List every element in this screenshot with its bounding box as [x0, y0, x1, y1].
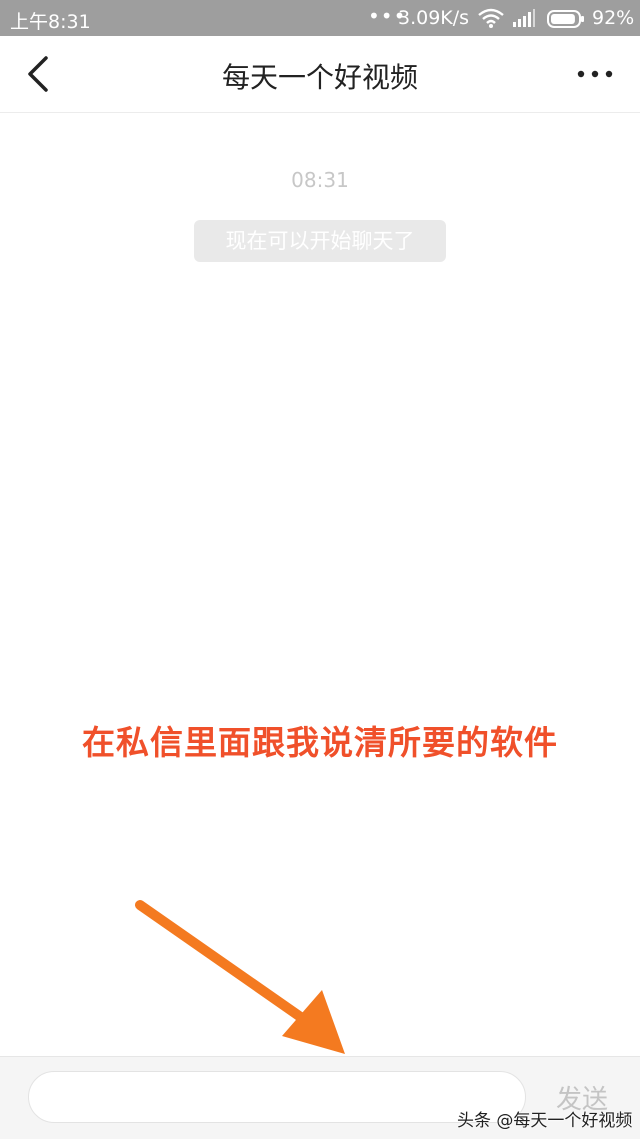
chat-header: 每天一个好视频 — [0, 36, 640, 113]
signal-icon — [512, 8, 536, 33]
status-bar: 上午8:31 ••• 3.09K/s 92% — [0, 0, 640, 36]
battery-icon — [547, 10, 584, 28]
battery-percent: 92% — [592, 7, 635, 29]
chat-timestamp: 08:31 — [291, 168, 349, 192]
page-title: 每天一个好视频 — [221, 61, 418, 94]
watermark: 头条 @每天一个好视频 — [457, 1111, 633, 1131]
message-input[interactable] — [28, 1071, 526, 1123]
network-speed: 3.09K/s — [398, 7, 470, 29]
system-message: 现在可以开始聊天了 — [194, 220, 446, 262]
more-button[interactable] — [568, 56, 622, 92]
more-dots-icon — [577, 70, 613, 78]
annotation-text: 在私信里面跟我说清所要的软件 — [82, 723, 558, 762]
wifi-icon — [478, 8, 504, 33]
status-time: 上午8:31 — [10, 11, 91, 33]
